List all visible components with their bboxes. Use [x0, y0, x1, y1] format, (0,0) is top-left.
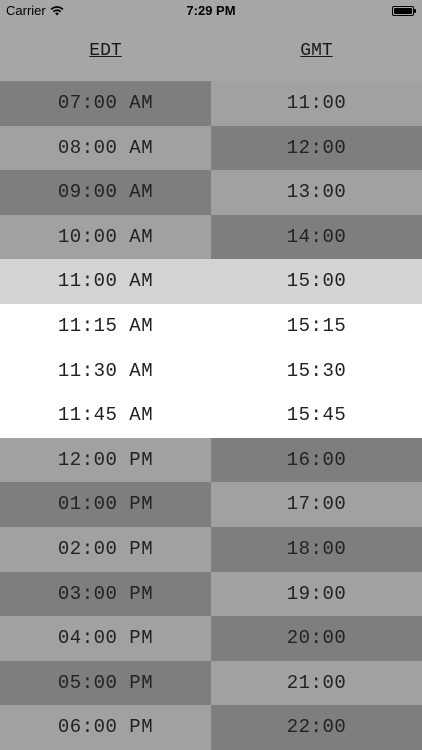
gmt-time-cell: 20:00 — [211, 616, 422, 661]
time-row[interactable]: 06:00 PM 22:00 — [0, 705, 422, 750]
gmt-time-cell: 19:00 — [211, 571, 422, 617]
local-time-cell: 02:00 PM — [0, 526, 211, 572]
battery-level — [394, 8, 412, 14]
time-row[interactable]: 11:30 AM 15:30 — [0, 348, 422, 394]
local-time-cell: 11:15 AM — [0, 303, 211, 349]
right-timezone-button[interactable]: GMT — [211, 22, 422, 81]
local-time-cell: 03:00 PM — [0, 571, 211, 617]
gmt-time-cell: 22:00 — [211, 705, 422, 750]
status-time: 7:29 PM — [186, 3, 236, 18]
local-time-cell: 11:45 AM — [0, 393, 211, 438]
local-time-cell: 10:00 AM — [0, 214, 211, 260]
local-time-cell: 08:00 AM — [0, 125, 211, 171]
local-time-cell: 04:00 PM — [0, 616, 211, 661]
gmt-time-cell: 12:00 — [211, 125, 422, 171]
local-time-cell: 11:00 AM — [0, 259, 211, 304]
gmt-time-cell: 17:00 — [211, 482, 422, 527]
time-row[interactable]: 11:45 AM 15:45 — [0, 393, 422, 438]
time-row[interactable]: 03:00 PM 19:00 — [0, 571, 422, 617]
gmt-time-cell: 11:00 — [211, 81, 422, 126]
local-time-cell: 06:00 PM — [0, 705, 211, 750]
time-row[interactable]: 12:00 PM 16:00 — [0, 437, 422, 483]
gmt-time-cell: 15:45 — [211, 393, 422, 438]
time-row[interactable]: 05:00 PM 21:00 — [0, 660, 422, 706]
gmt-time-cell: 13:00 — [211, 170, 422, 215]
gmt-time-cell: 21:00 — [211, 660, 422, 706]
status-bar: Carrier 7:29 PM — [0, 0, 422, 22]
local-time-cell: 09:00 AM — [0, 170, 211, 215]
time-row[interactable]: 11:15 AM 15:15 — [0, 303, 422, 349]
gmt-time-cell: 15:00 — [211, 259, 422, 304]
gmt-time-cell: 15:15 — [211, 303, 422, 349]
time-row[interactable]: 07:00 AM 11:00 — [0, 81, 422, 126]
gmt-time-cell: 14:00 — [211, 214, 422, 260]
time-row[interactable]: 02:00 PM 18:00 — [0, 526, 422, 572]
timezone-header: EDT GMT — [0, 22, 422, 82]
local-time-cell: 12:00 PM — [0, 437, 211, 483]
time-row[interactable]: 01:00 PM 17:00 — [0, 482, 422, 527]
battery-icon — [392, 6, 416, 16]
time-table: 07:00 AM 11:00 08:00 AM 12:00 09:00 AM 13:00 1… — [0, 81, 422, 750]
gmt-time-cell: 16:00 — [211, 437, 422, 483]
gmt-time-cell: 18:00 — [211, 526, 422, 572]
time-row[interactable]: 11:00 AM 15:00 — [0, 259, 422, 304]
left-timezone-button[interactable]: EDT — [0, 22, 211, 81]
time-row[interactable]: 04:00 PM 20:00 — [0, 616, 422, 661]
time-row[interactable]: 10:00 AM 14:00 — [0, 214, 422, 260]
local-time-cell: 11:30 AM — [0, 348, 211, 394]
gmt-time-cell: 15:30 — [211, 348, 422, 394]
time-row[interactable]: 08:00 AM 12:00 — [0, 125, 422, 171]
local-time-cell: 05:00 PM — [0, 660, 211, 706]
local-time-cell: 01:00 PM — [0, 482, 211, 527]
local-time-cell: 07:00 AM — [0, 81, 211, 126]
time-row[interactable]: 09:00 AM 13:00 — [0, 170, 422, 215]
